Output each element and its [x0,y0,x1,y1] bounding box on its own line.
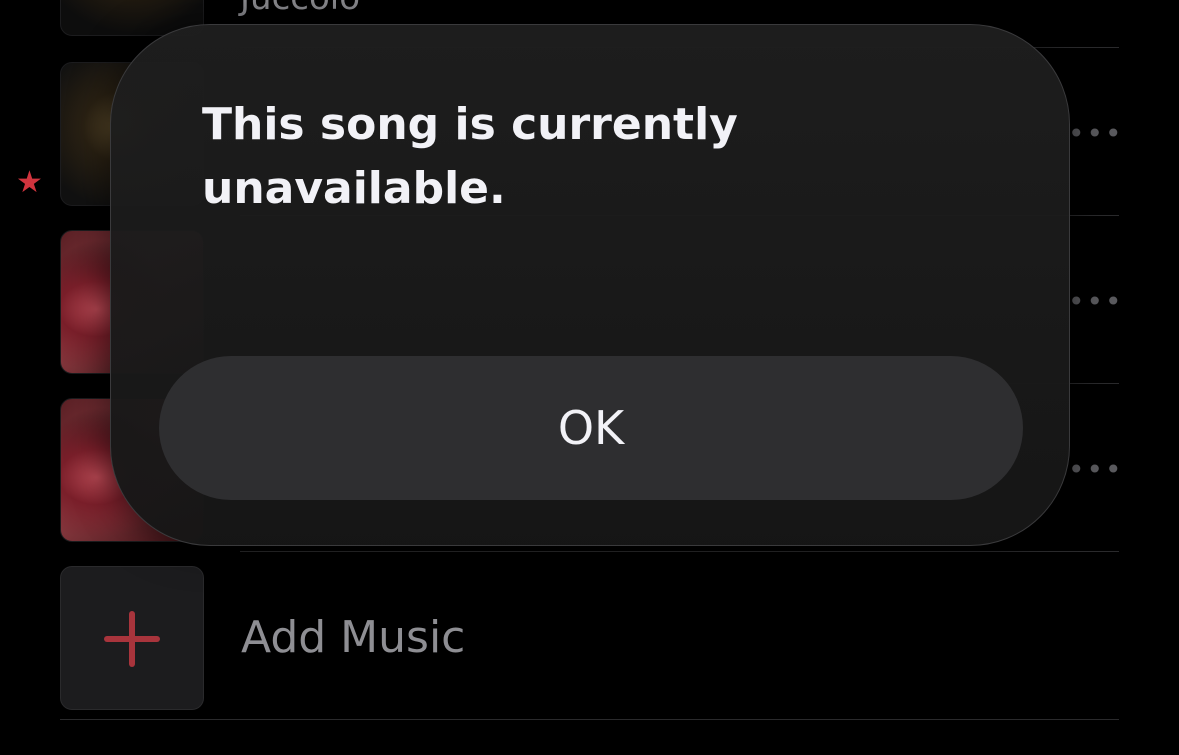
row-divider [60,719,1119,720]
plus-icon [104,611,160,667]
song-subtitle: Juccolo [240,0,360,18]
more-options-icon[interactable]: ••• [1068,456,1124,484]
add-music-label[interactable]: Add Music [241,612,465,664]
row-divider [240,551,1119,552]
more-options-icon[interactable]: ••• [1068,120,1124,148]
unavailable-alert-dialog: This song is currently unavailable. OK [110,24,1070,546]
more-options-icon[interactable]: ••• [1068,288,1124,316]
add-music-button[interactable] [60,566,204,710]
alert-title: This song is currently unavailable. [202,99,738,214]
favorite-star-icon: ★ [16,165,43,200]
music-app: Juccolo ★ ••• ••• ••• Add Music This son… [0,0,1179,755]
ok-button[interactable]: OK [159,356,1023,500]
